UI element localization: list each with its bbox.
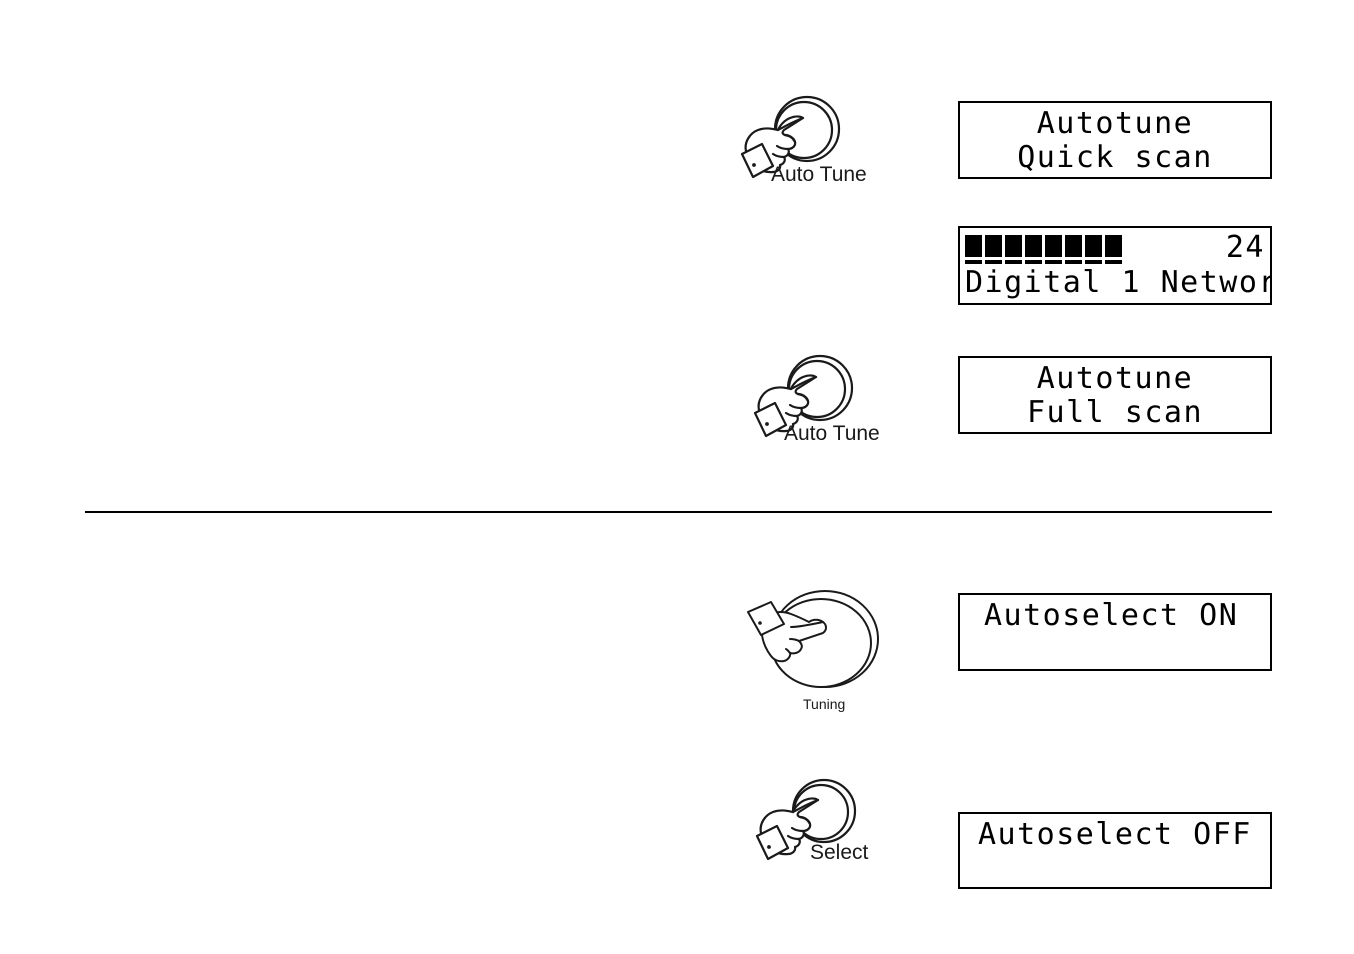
progress-bar [965, 235, 1122, 264]
progress-block [1045, 235, 1062, 264]
hand-pointing-icon [747, 590, 879, 688]
cuff-button-icon [767, 845, 771, 849]
display-line-1: Autoselect OFF [978, 817, 1252, 852]
progress-row: 24 [965, 232, 1265, 268]
progress-block [985, 235, 1002, 264]
control-label-select: Select [810, 841, 869, 864]
station-count: 24 [1225, 230, 1265, 265]
display-line-1: Autoselect ON [984, 598, 1239, 633]
display-autoselect-off: Autoselect OFF [958, 812, 1272, 889]
control-illustration-tuning [743, 583, 893, 703]
manual-page: Auto Tune Autotune Quick scan 24 Digital… [0, 0, 1354, 954]
cuff-button-icon [765, 422, 769, 426]
display-line-2: Quick scan [1017, 140, 1213, 175]
display-line-1: Autotune [1036, 106, 1194, 141]
progress-block [1105, 235, 1122, 264]
cuff-button-icon [758, 621, 762, 625]
display-autoselect-on: Autoselect ON [958, 593, 1272, 671]
display-autotune-full-scan: Autotune Full scan [958, 356, 1272, 434]
display-line-2: Full scan [1026, 395, 1204, 430]
control-label-auto-tune-2: Auto Tune [784, 422, 880, 445]
section-divider [85, 511, 1272, 513]
cuff-button-icon [752, 163, 756, 167]
display-line-1: Autotune [1036, 361, 1194, 396]
progress-block [1005, 235, 1022, 264]
display-line-2: Digital 1 Network [965, 265, 1272, 300]
display-autotune-quick-scan: Autotune Quick scan [958, 101, 1272, 179]
progress-block [1065, 235, 1082, 264]
progress-block [965, 235, 982, 264]
display-scan-progress: 24 Digital 1 Network [958, 226, 1272, 305]
control-label-auto-tune-1: Auto Tune [771, 163, 867, 186]
progress-block [1025, 235, 1042, 264]
control-label-tuning: Tuning [803, 696, 846, 712]
progress-block [1085, 235, 1102, 264]
